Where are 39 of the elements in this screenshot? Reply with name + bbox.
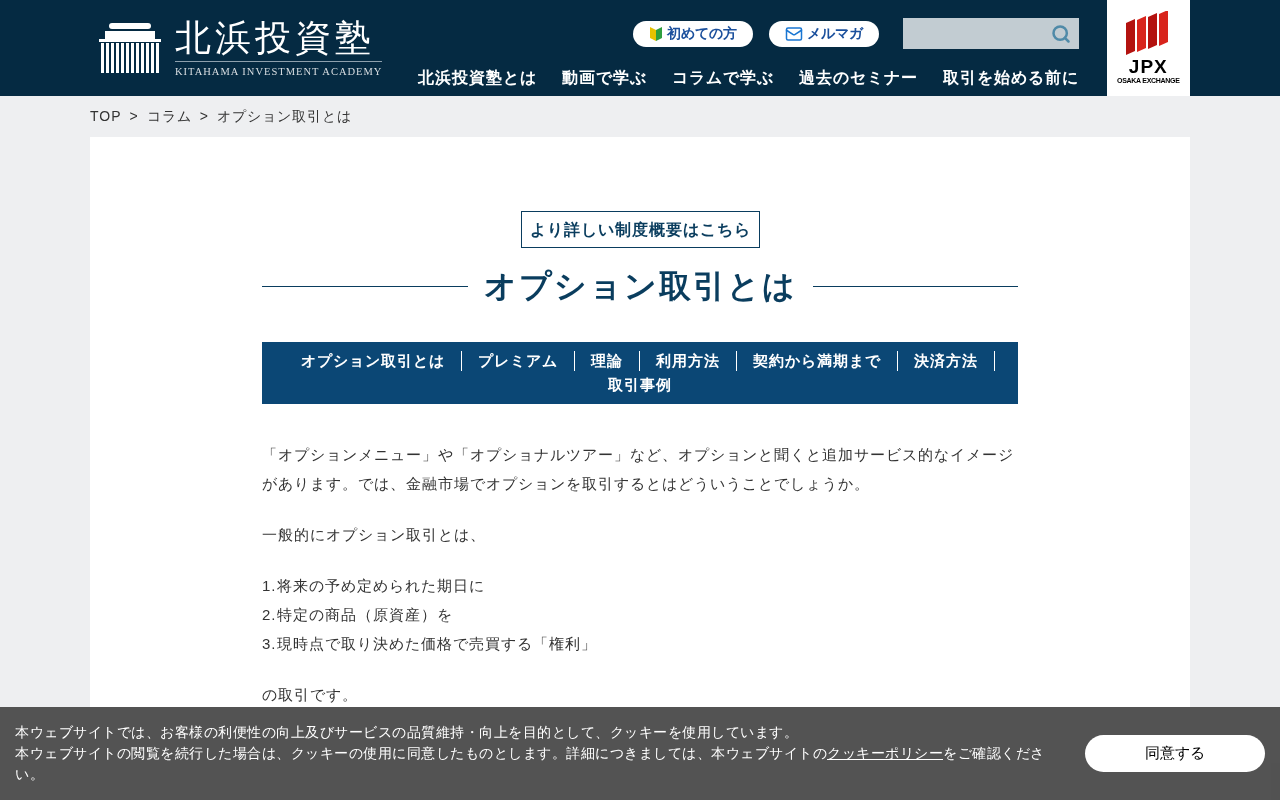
- body-text: 一般的にオプション取引とは、: [262, 525, 487, 545]
- nav-link[interactable]: 北浜投資塾とは: [417, 66, 537, 90]
- toc-link[interactable]: 理論: [575, 351, 640, 371]
- toc-link[interactable]: プレミアム: [462, 351, 575, 371]
- agree-button[interactable]: 同意する: [1085, 735, 1265, 772]
- nav-link[interactable]: 過去のセミナー: [798, 66, 918, 90]
- search-icon[interactable]: [1050, 23, 1071, 44]
- breadcrumb-link[interactable]: TOP: [90, 106, 122, 127]
- body-text: 1.将来の予め定められた期日に: [262, 576, 486, 596]
- toc-link[interactable]: 利用方法: [640, 351, 737, 371]
- breadcrumb-separator: >: [199, 107, 209, 126]
- breadcrumb-separator: >: [129, 107, 139, 126]
- body-text: 「オプションメニュー」や「オプショナルツアー」など、オプションと聞くと追加サービス的なイメージがあります。では、金融市場でオプションを取引するとはどういうことでしょうか。: [262, 445, 1015, 494]
- nav-link[interactable]: 取引を始める前に: [942, 66, 1079, 90]
- site-logo-title[interactable]: 北浜投資塾: [175, 16, 383, 62]
- quick-link[interactable]: メルマガ: [768, 20, 879, 47]
- mail-icon: [784, 24, 803, 43]
- body-text: 2.特定の商品（原資産）を: [262, 605, 454, 625]
- toc-link[interactable]: 取引事例: [592, 375, 688, 395]
- detail-link[interactable]: より詳しい制度概要はこちら: [520, 211, 760, 248]
- breadcrumb-link[interactable]: オプション取引とは: [216, 106, 352, 127]
- stripes-logo-icon: [1126, 11, 1171, 57]
- site-logo-subtitle: KITAHAMA INVESTMENT ACADEMY: [175, 64, 383, 79]
- toc-link[interactable]: 契約から満期まで: [737, 351, 898, 371]
- breadcrumb-link[interactable]: コラム: [146, 106, 192, 127]
- search-field[interactable]: [902, 18, 1079, 49]
- toc-link[interactable]: 決済方法: [898, 351, 995, 371]
- toc-link[interactable]: オプション取引とは: [285, 351, 462, 371]
- cookie-notice-text: 本ウェブサイトでは、お客様の利便性の向上及びサービスの品質維持・向上を目的として、クッキーを使用しています。 本ウェブサイトの閲覧を続行した場合は、クッキーの使用に同意したものとします。詳細につきましては、本ウェブサイトのクッキーポリシーをご確認ください。: [15, 723, 1046, 784]
- partner-logo-title: JPX: [1128, 57, 1168, 77]
- body-text: の取引です。: [262, 685, 359, 705]
- beginner-mark-icon: [648, 25, 663, 42]
- nav-link[interactable]: 動画で学ぶ: [561, 66, 647, 90]
- nav-link[interactable]: コラムで学ぶ: [671, 66, 774, 90]
- body-text: 3.現時点で取り決めた価格で売買する「権利」: [262, 634, 598, 654]
- building-logo-icon: [97, 21, 163, 75]
- quick-link[interactable]: 初めての方: [632, 20, 753, 47]
- cookie-policy-link[interactable]: クッキーポリシー: [827, 745, 943, 761]
- article-title: オプション取引とは: [483, 267, 797, 306]
